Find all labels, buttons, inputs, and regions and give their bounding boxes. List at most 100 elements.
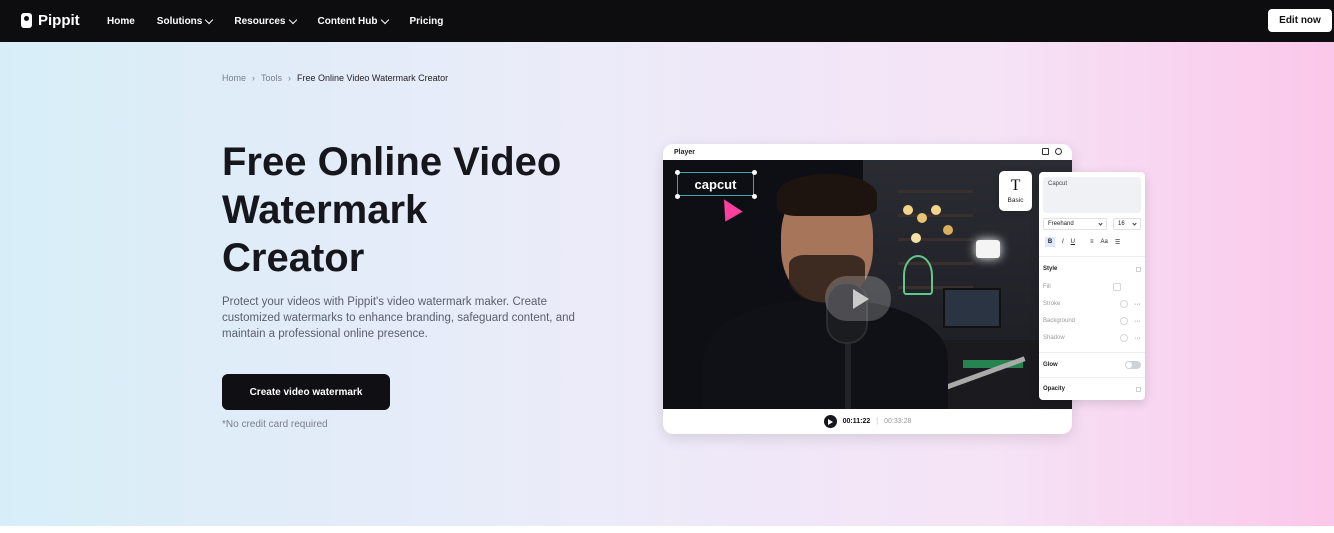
nav-item-content-hub[interactable]: Content Hub bbox=[317, 15, 389, 27]
nav-item-label: Resources bbox=[234, 15, 286, 27]
resize-handle[interactable] bbox=[752, 170, 757, 175]
stroke-toggle[interactable] bbox=[1120, 300, 1128, 308]
current-time: 00:11:22 bbox=[842, 418, 871, 425]
fill-label: Fill bbox=[1043, 284, 1051, 290]
title-line: Free Online Video bbox=[222, 140, 562, 184]
player-header-icons bbox=[1042, 148, 1062, 155]
background-label: Background bbox=[1043, 318, 1076, 324]
breadcrumb-separator: › bbox=[288, 73, 292, 83]
list-icon[interactable]: ☰ bbox=[1115, 239, 1120, 246]
player-header: Player bbox=[663, 144, 1072, 160]
breadcrumb-current: Free Online Video Watermark Creator bbox=[297, 73, 449, 83]
nav-item-resources[interactable]: Resources bbox=[234, 15, 297, 27]
panel-divider bbox=[1039, 256, 1145, 257]
bold-button[interactable]: B bbox=[1045, 237, 1055, 247]
watermark-text-box[interactable]: capcut bbox=[677, 172, 754, 196]
video-person-hair bbox=[777, 174, 877, 216]
nav-item-label: Home bbox=[107, 15, 135, 27]
chevron-down-icon bbox=[1098, 220, 1103, 226]
basic-text-tab[interactable]: T Basic bbox=[999, 171, 1032, 211]
chevron-down-icon bbox=[205, 15, 214, 24]
underline-button[interactable]: U bbox=[1071, 239, 1075, 245]
breadcrumb-separator: › bbox=[252, 73, 256, 83]
chevron-down-icon bbox=[380, 15, 389, 24]
glow-label: Glow bbox=[1043, 362, 1058, 368]
background-controls: ··· bbox=[1120, 317, 1141, 325]
chevron-down-icon bbox=[1132, 220, 1137, 226]
edit-now-button[interactable]: Edit now bbox=[1268, 9, 1332, 32]
chevron-down-icon bbox=[288, 15, 297, 24]
nav-item-label: Content Hub bbox=[317, 15, 378, 27]
hero-description: Protect your videos with Pippit's video … bbox=[222, 296, 575, 340]
top-navigation: Pippit Home Solutions Resources Content … bbox=[0, 0, 1334, 42]
font-select[interactable]: Freehand bbox=[1043, 218, 1107, 230]
time-separator: | bbox=[876, 418, 879, 425]
resize-handle[interactable] bbox=[752, 194, 757, 199]
breadcrumb-tools[interactable]: Tools bbox=[261, 73, 282, 83]
resize-handle[interactable] bbox=[675, 170, 680, 175]
opacity-collapse-icon[interactable] bbox=[1136, 386, 1141, 392]
shadow-label: Shadow bbox=[1043, 335, 1065, 341]
play-button[interactable] bbox=[823, 415, 837, 428]
style-row-fill: Fill bbox=[1043, 282, 1141, 292]
panel-divider bbox=[1039, 352, 1145, 353]
play-overlay-button[interactable] bbox=[825, 276, 891, 321]
more-icon[interactable]: ··· bbox=[1134, 335, 1141, 342]
italic-button[interactable]: I bbox=[1062, 239, 1064, 245]
glow-toggle[interactable] bbox=[1125, 361, 1141, 369]
video-neon-palm bbox=[903, 255, 933, 295]
cursor-pointer-icon bbox=[715, 194, 743, 222]
nav-item-home[interactable]: Home bbox=[107, 16, 135, 27]
brand-logo[interactable]: Pippit bbox=[21, 12, 80, 29]
fill-controls bbox=[1113, 283, 1141, 291]
video-mic-stand bbox=[845, 340, 851, 409]
resize-handle[interactable] bbox=[675, 194, 680, 199]
pippit-logo-icon bbox=[21, 13, 32, 28]
align-icon[interactable]: ≡ bbox=[1090, 239, 1094, 245]
breadcrumb: Home › Tools › Free Online Video Waterma… bbox=[222, 73, 448, 83]
video-string-lights bbox=[903, 205, 913, 215]
title-line: Creator bbox=[222, 236, 365, 280]
shadow-toggle[interactable] bbox=[1120, 334, 1128, 342]
page-title: Free Online Video Watermark Creator bbox=[222, 138, 622, 282]
more-icon[interactable]: ··· bbox=[1134, 301, 1141, 308]
more-icon[interactable]: ··· bbox=[1134, 318, 1141, 325]
settings-icon[interactable] bbox=[1055, 148, 1062, 155]
total-time: 00:33:28 bbox=[884, 418, 912, 425]
background-toggle[interactable] bbox=[1120, 317, 1128, 325]
video-monitor bbox=[943, 288, 1001, 328]
text-case-icon[interactable]: Aa bbox=[1101, 239, 1108, 245]
video-lamp bbox=[976, 240, 1000, 258]
style-row-background: Background ··· bbox=[1043, 316, 1141, 326]
fill-checkbox[interactable] bbox=[1113, 283, 1121, 291]
style-row-stroke: Stroke ··· bbox=[1043, 299, 1141, 309]
player-title: Player bbox=[674, 148, 696, 156]
glow-row: Glow bbox=[1043, 360, 1141, 370]
text-style-panel: Capcut Freehand 16 B I U ≡ Aa ☰ Style Fi… bbox=[1039, 172, 1145, 400]
breadcrumb-home[interactable]: Home bbox=[222, 73, 246, 83]
main-menu: Home Solutions Resources Content Hub Pri… bbox=[107, 0, 443, 42]
nav-item-solutions[interactable]: Solutions bbox=[156, 15, 214, 27]
style-header-row: Style bbox=[1043, 264, 1141, 274]
nav-item-pricing[interactable]: Pricing bbox=[410, 16, 444, 27]
text-content-input[interactable]: Capcut bbox=[1043, 177, 1141, 213]
player-controls: 00:11:22 | 00:33:28 bbox=[663, 409, 1072, 434]
create-video-watermark-button[interactable]: Create video watermark bbox=[222, 374, 390, 410]
stroke-controls: ··· bbox=[1120, 300, 1141, 308]
layout-icon[interactable] bbox=[1042, 148, 1049, 155]
style-row-shadow: Shadow ··· bbox=[1043, 333, 1141, 343]
font-size-value: 16 bbox=[1118, 221, 1125, 227]
no-credit-card-note: *No credit card required bbox=[222, 419, 328, 430]
font-size-select[interactable]: 16 bbox=[1113, 218, 1141, 230]
opacity-row: Opacity bbox=[1043, 384, 1141, 394]
stroke-label: Stroke bbox=[1043, 301, 1061, 307]
font-select-value: Freehand bbox=[1048, 221, 1074, 227]
brand-name: Pippit bbox=[38, 12, 80, 29]
shadow-controls: ··· bbox=[1120, 334, 1141, 342]
nav-item-label: Solutions bbox=[156, 15, 203, 27]
basic-tab-label: Basic bbox=[1007, 197, 1024, 204]
opacity-label: Opacity bbox=[1043, 386, 1066, 392]
style-collapse-icon[interactable] bbox=[1136, 266, 1141, 272]
format-toolbar: B I U ≡ Aa ☰ bbox=[1045, 237, 1141, 247]
nav-item-label: Pricing bbox=[409, 15, 444, 27]
